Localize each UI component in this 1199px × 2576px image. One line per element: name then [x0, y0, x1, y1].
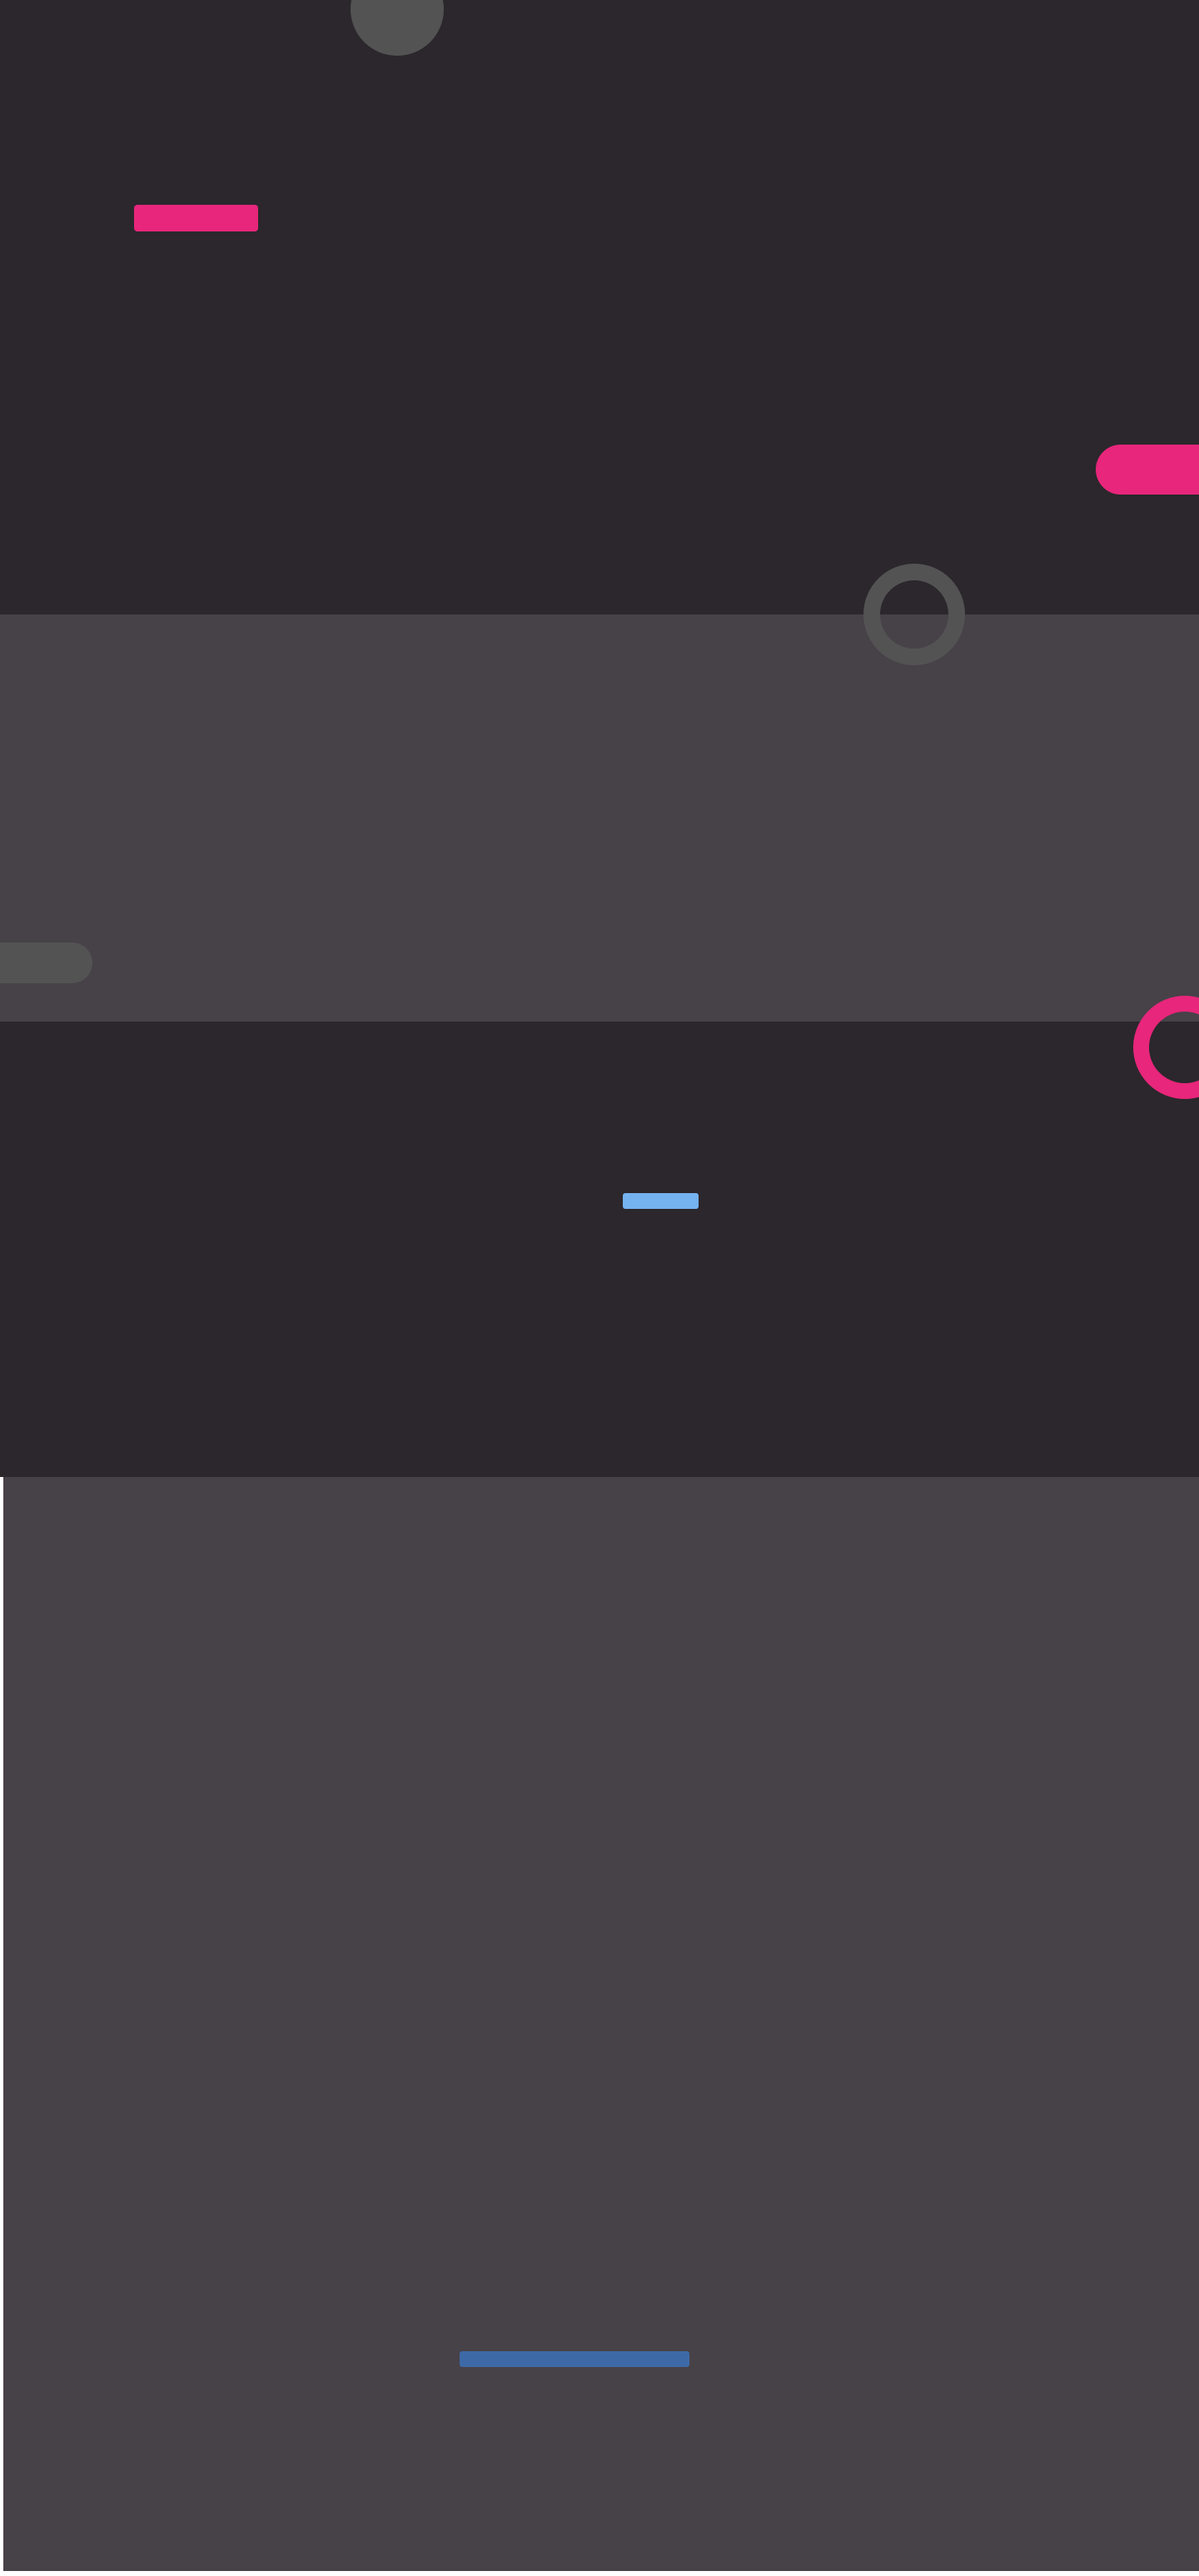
footer-blue-bar-decoration	[460, 2351, 689, 2367]
hero-pink-pill-decoration	[1096, 445, 1199, 495]
left-edge-line	[0, 1477, 3, 2576]
bottom-edge-line	[0, 2571, 1199, 2576]
hero-pink-bar-decoration	[134, 205, 258, 231]
band-gray-pill-decoration	[0, 942, 92, 983]
page-root	[0, 0, 1199, 2576]
hero-section	[0, 0, 1199, 614]
feature-section	[0, 1022, 1199, 1477]
feature-blue-bar-decoration	[623, 1193, 699, 1209]
gray-ring-decoration	[863, 564, 965, 665]
band-section	[0, 614, 1199, 1022]
footer-section	[3, 1477, 1199, 2571]
